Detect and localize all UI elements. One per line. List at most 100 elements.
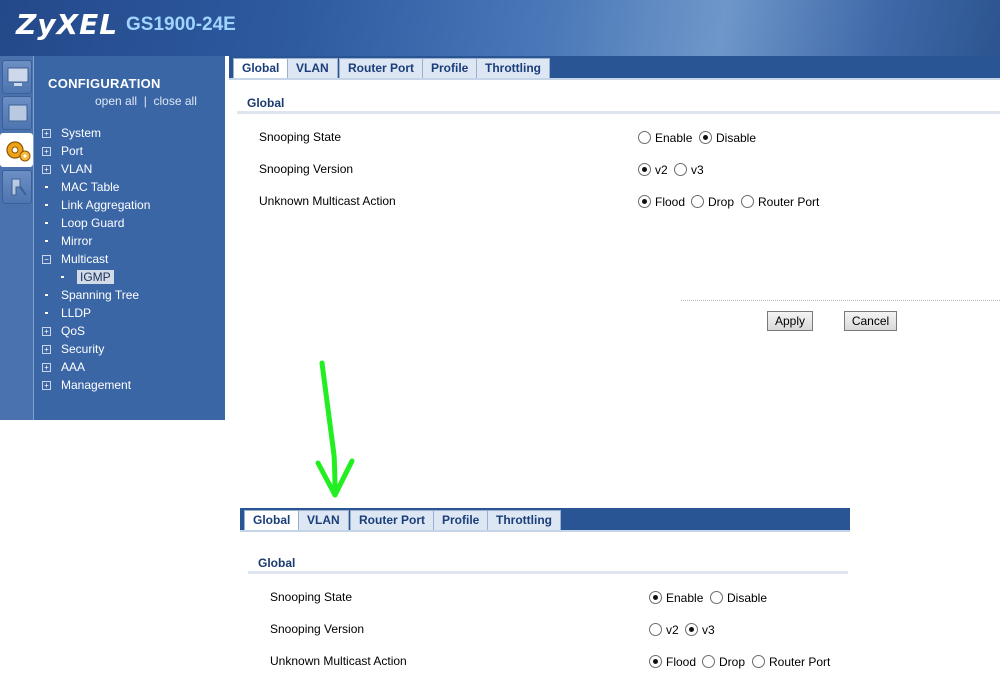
menu-item-link-aggregation[interactable]: Link Aggregation xyxy=(42,196,222,214)
tab-throttling[interactable]: Throttling xyxy=(476,58,550,78)
model-name: GS1900-24E xyxy=(126,14,236,35)
tab-underline xyxy=(240,530,850,532)
bullet-icon xyxy=(45,240,48,242)
tab-profile[interactable]: Profile xyxy=(433,510,489,530)
menu-item-system[interactable]: + System xyxy=(42,124,222,142)
menu-item-management[interactable]: + Management xyxy=(42,376,222,394)
menu-label: VLAN xyxy=(61,162,93,176)
tab-strip: Global VLAN Router Port Profile Throttli… xyxy=(229,56,1000,78)
radio-circle-checked xyxy=(638,163,651,176)
menu-label: System xyxy=(61,126,102,140)
menu-item-security[interactable]: + Security xyxy=(42,340,222,358)
down-arrow-annotation xyxy=(315,360,355,498)
menu-item-port[interactable]: + Port xyxy=(42,142,222,160)
menu-item-spanning-tree[interactable]: Spanning Tree xyxy=(42,286,222,304)
snooping-state-label: Snooping State xyxy=(270,590,353,604)
maintenance-tab[interactable] xyxy=(2,170,32,204)
option-label: Enable xyxy=(666,591,704,605)
bullet-icon xyxy=(45,204,48,206)
monitor-tab[interactable] xyxy=(2,60,32,94)
close-all-link[interactable]: close all xyxy=(154,94,197,108)
tab-router-port[interactable]: Router Port xyxy=(350,510,434,530)
menu-item-loop-guard[interactable]: Loop Guard xyxy=(42,214,222,232)
action-drop-radio[interactable]: Drop xyxy=(702,655,745,669)
radio-circle xyxy=(674,163,687,176)
menu-label-selected: IGMP xyxy=(77,270,114,284)
expand-icon: + xyxy=(42,129,51,138)
tab-strip: Global VLAN Router Port Profile Throttli… xyxy=(240,508,850,530)
tab-vlan[interactable]: VLAN xyxy=(298,510,349,530)
expand-icon: + xyxy=(42,147,51,156)
snooping-enable-radio[interactable]: Enable xyxy=(638,131,692,145)
action-flood-radio[interactable]: Flood xyxy=(638,195,685,209)
radio-circle-checked xyxy=(699,131,712,144)
action-flood-radio[interactable]: Flood xyxy=(649,655,696,669)
menu-item-aaa[interactable]: + AAA xyxy=(42,358,222,376)
menu-item-lldp[interactable]: LLDP xyxy=(42,304,222,322)
tab-router-port[interactable]: Router Port xyxy=(339,58,423,78)
radio-circle xyxy=(691,195,704,208)
menu-item-qos[interactable]: + QoS xyxy=(42,322,222,340)
bullet-icon xyxy=(45,222,48,224)
header-bar: ZyXEL GS1900-24E xyxy=(0,0,1000,56)
menu-label: Port xyxy=(61,144,84,158)
tab-global[interactable]: Global xyxy=(244,510,300,530)
menu-item-mac-table[interactable]: MAC Table xyxy=(42,178,222,196)
menu-label: QoS xyxy=(61,324,86,338)
menu-label: LLDP xyxy=(61,306,92,320)
maintenance-icon xyxy=(11,178,27,196)
snooping-disable-radio[interactable]: Disable xyxy=(710,591,767,605)
expand-icon: + xyxy=(42,165,51,174)
menu-label: Multicast xyxy=(61,252,109,266)
radio-circle xyxy=(710,591,723,604)
menu-item-mirror[interactable]: Mirror xyxy=(42,232,222,250)
tab-throttling[interactable]: Throttling xyxy=(487,510,561,530)
expand-icon: + xyxy=(42,381,51,390)
status-tab[interactable] xyxy=(2,96,32,130)
version-v2-radio[interactable]: v2 xyxy=(638,163,668,177)
config-title: CONFIGURATION xyxy=(48,76,161,91)
action-router-port-radio[interactable]: Router Port xyxy=(752,655,830,669)
menu-item-vlan[interactable]: + VLAN xyxy=(42,160,222,178)
tab-vlan[interactable]: VLAN xyxy=(287,58,338,78)
version-v2-radio[interactable]: v2 xyxy=(649,623,679,637)
option-label: Flood xyxy=(666,655,697,669)
version-v3-radio[interactable]: v3 xyxy=(674,163,704,177)
menu-label: MAC Table xyxy=(61,180,120,194)
tab-global[interactable]: Global xyxy=(233,58,289,78)
radio-circle xyxy=(741,195,754,208)
bullet-icon xyxy=(45,186,48,188)
menu-label: AAA xyxy=(61,360,86,374)
monitor-icon xyxy=(7,67,29,86)
option-label: v3 xyxy=(702,623,715,637)
option-label: v3 xyxy=(691,163,704,177)
option-label: Enable xyxy=(655,131,693,145)
menu-label: Mirror xyxy=(61,234,93,248)
menu-label: Management xyxy=(61,378,132,392)
menu-label: Security xyxy=(61,342,105,356)
link-separator: | xyxy=(143,94,147,108)
version-v3-radio[interactable]: v3 xyxy=(685,623,715,637)
tab-profile[interactable]: Profile xyxy=(422,58,478,78)
menu-item-multicast[interactable]: − Multicast xyxy=(42,250,222,268)
option-label: Disable xyxy=(727,591,768,605)
open-all-link[interactable]: open all xyxy=(95,94,137,108)
radio-circle xyxy=(702,655,715,668)
option-label: v2 xyxy=(666,623,679,637)
radio-circle xyxy=(752,655,765,668)
action-router-port-radio[interactable]: Router Port xyxy=(741,195,819,209)
action-drop-radio[interactable]: Drop xyxy=(691,195,734,209)
menu-item-igmp[interactable]: IGMP xyxy=(42,268,222,286)
snooping-enable-radio[interactable]: Enable xyxy=(649,591,703,605)
top-screenshot: ZyXEL GS1900-24E CONFIGURATION open all … xyxy=(0,0,1000,420)
option-label: Flood xyxy=(655,195,686,209)
cancel-button[interactable]: Cancel xyxy=(844,311,897,331)
section-title: Global xyxy=(248,552,848,574)
configuration-tab[interactable] xyxy=(0,133,33,167)
button-divider xyxy=(681,300,1000,301)
apply-button[interactable]: Apply xyxy=(767,311,813,331)
radio-circle-checked xyxy=(649,655,662,668)
option-label: Drop xyxy=(719,655,746,669)
snooping-disable-radio[interactable]: Disable xyxy=(699,131,756,145)
unknown-multicast-label: Unknown Multicast Action xyxy=(259,194,396,208)
